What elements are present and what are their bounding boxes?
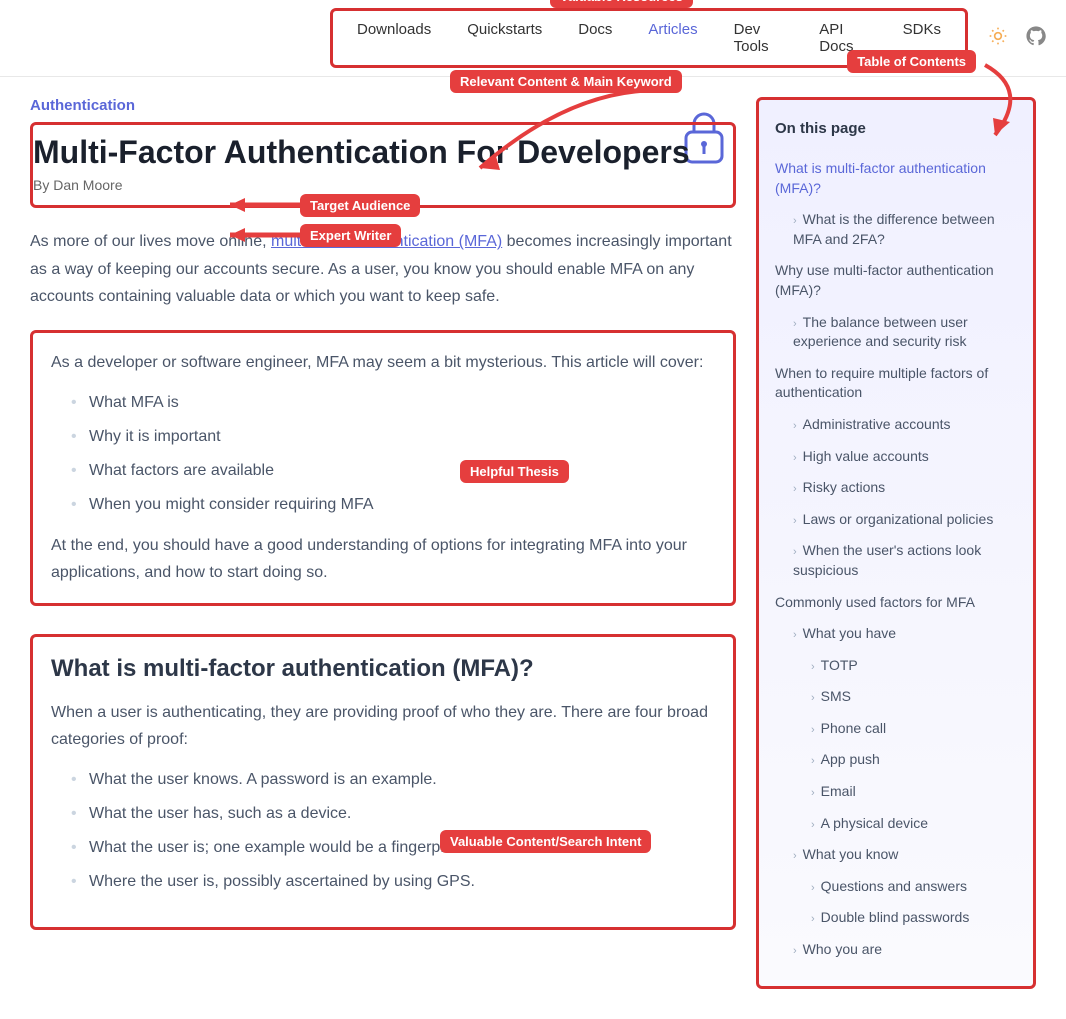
theme-toggle-icon[interactable]: [988, 26, 1008, 51]
chevron-right-icon: ›: [793, 629, 797, 641]
toc-item[interactable]: › Risky actions: [775, 472, 1017, 504]
chevron-right-icon: ›: [793, 945, 797, 957]
toc-item-label: What you know: [803, 846, 899, 862]
toc-item[interactable]: Why use multi-factor authentication (MFA…: [775, 255, 1017, 306]
toc-item[interactable]: › Double blind passwords: [775, 902, 1017, 934]
section-bullet: What the user has, such as a device.: [71, 797, 715, 831]
toc-item[interactable]: When to require multiple factors of auth…: [775, 358, 1017, 409]
toc-item-label: Questions and answers: [821, 878, 967, 894]
toc-item[interactable]: › What you have: [775, 618, 1017, 650]
toc-item-label: Why use multi-factor authentication (MFA…: [775, 262, 994, 298]
chevron-right-icon: ›: [793, 318, 797, 330]
chevron-right-icon: ›: [811, 755, 815, 767]
chevron-right-icon: ›: [793, 452, 797, 464]
annotation-writer: Expert Writer: [300, 224, 401, 247]
toc-item[interactable]: › App push: [775, 744, 1017, 776]
chevron-right-icon: ›: [811, 819, 815, 831]
annotation-resources: Valuable Resources: [550, 0, 693, 8]
nav-item-dev-tools[interactable]: Dev Tools: [716, 15, 802, 61]
toc-item[interactable]: › Administrative accounts: [775, 409, 1017, 441]
chevron-right-icon: ›: [793, 483, 797, 495]
toc-item[interactable]: ›When the user's actions look suspicious: [775, 535, 1017, 586]
chevron-right-icon: ›: [811, 787, 815, 799]
chevron-right-icon: ›: [811, 913, 815, 925]
nav-item-quickstarts[interactable]: Quickstarts: [449, 15, 560, 61]
chevron-right-icon: ›: [811, 882, 815, 894]
toc-item[interactable]: › Questions and answers: [775, 871, 1017, 903]
annotation-audience: Target Audience: [300, 194, 420, 217]
annotation-toc: Table of Contents: [847, 50, 976, 73]
toc-item[interactable]: › Who you are: [775, 934, 1017, 966]
toc-item-label: Commonly used factors for MFA: [775, 594, 975, 610]
section-para: When a user is authenticating, they are …: [51, 699, 715, 753]
toc-item[interactable]: › Phone call: [775, 713, 1017, 745]
chevron-right-icon: ›: [811, 692, 815, 704]
breadcrumb[interactable]: Authentication: [30, 97, 736, 114]
toc-item-label: The balance between user experience and …: [793, 314, 968, 350]
toc-item-label: Who you are: [803, 941, 882, 957]
chevron-right-icon: ›: [793, 546, 797, 558]
toc-item-label: App push: [821, 751, 880, 767]
annotation-content: Valuable Content/Search Intent: [440, 830, 651, 853]
annotation-keyword: Relevant Content & Main Keyword: [450, 70, 682, 93]
chevron-right-icon: ›: [811, 661, 815, 673]
nav-item-docs[interactable]: Docs: [560, 15, 630, 61]
toc-item[interactable]: › High value accounts: [775, 441, 1017, 473]
thesis-bullet: What MFA is: [71, 386, 715, 420]
toc-item-label: What you have: [803, 625, 896, 641]
chevron-right-icon: ›: [811, 724, 815, 736]
toc-item-label: Administrative accounts: [803, 416, 951, 432]
section-heading: What is multi-factor authentication (MFA…: [51, 655, 715, 683]
toc-item[interactable]: Commonly used factors for MFA: [775, 587, 1017, 619]
nav-item-downloads[interactable]: Downloads: [339, 15, 449, 61]
toc-item-label: When the user's actions look suspicious: [793, 542, 981, 578]
chevron-right-icon: ›: [793, 515, 797, 527]
toc-item-label: Email: [821, 783, 856, 799]
toc-sidebar: On this page What is multi-factor authen…: [756, 97, 1036, 989]
toc-item[interactable]: ›What is the difference between MFA and …: [775, 204, 1017, 255]
toc-item-label: What is the difference between MFA and 2…: [793, 211, 995, 247]
toc-item[interactable]: ›The balance between user experience and…: [775, 307, 1017, 358]
toc-item-label: Double blind passwords: [821, 909, 970, 925]
toc-item[interactable]: › Laws or organizational policies: [775, 504, 1017, 536]
toc-item-label: Phone call: [821, 720, 886, 736]
section-bullet: What the user knows. A password is an ex…: [71, 763, 715, 797]
chevron-right-icon: ›: [793, 850, 797, 862]
thesis-bullet: Why it is important: [71, 420, 715, 454]
toc-item-label: SMS: [821, 688, 851, 704]
thesis-box: As a developer or software engineer, MFA…: [30, 330, 736, 606]
toc-item[interactable]: › TOTP: [775, 650, 1017, 682]
toc-item[interactable]: › A physical device: [775, 808, 1017, 840]
chevron-right-icon: ›: [793, 215, 797, 227]
main-content: Authentication Multi-Factor Authenticati…: [30, 97, 736, 930]
toc-item-label: TOTP: [821, 657, 858, 673]
github-icon[interactable]: [1026, 26, 1046, 51]
toc-item[interactable]: › What you know: [775, 839, 1017, 871]
toc-item-label: A physical device: [821, 815, 928, 831]
nav-item-articles[interactable]: Articles: [630, 15, 715, 61]
thesis-bullet: When you might consider requiring MFA: [71, 488, 715, 522]
toc-item[interactable]: › SMS: [775, 681, 1017, 713]
thesis-bullet: What factors are available: [71, 454, 715, 488]
thesis-closing: At the end, you should have a good under…: [51, 532, 715, 586]
toc-item-label: Risky actions: [803, 479, 885, 495]
annotation-thesis: Helpful Thesis: [460, 460, 569, 483]
toc-item-label: High value accounts: [803, 448, 929, 464]
section-bullet: Where the user is, possibly ascertained …: [71, 865, 715, 899]
content-section-box: What is multi-factor authentication (MFA…: [30, 634, 736, 930]
chevron-right-icon: ›: [793, 420, 797, 432]
toc-item[interactable]: › Email: [775, 776, 1017, 808]
toc-title: On this page: [775, 120, 1017, 137]
toc-item-label: What is multi-factor authentication (MFA…: [775, 160, 986, 196]
toc-item[interactable]: What is multi-factor authentication (MFA…: [775, 153, 1017, 204]
thesis-lead: As a developer or software engineer, MFA…: [51, 349, 715, 376]
page-title: Multi-Factor Authentication For Develope…: [33, 133, 721, 171]
byline: By Dan Moore: [33, 177, 721, 193]
toc-item-label: Laws or organizational policies: [803, 511, 994, 527]
toc-item-label: When to require multiple factors of auth…: [775, 365, 988, 401]
